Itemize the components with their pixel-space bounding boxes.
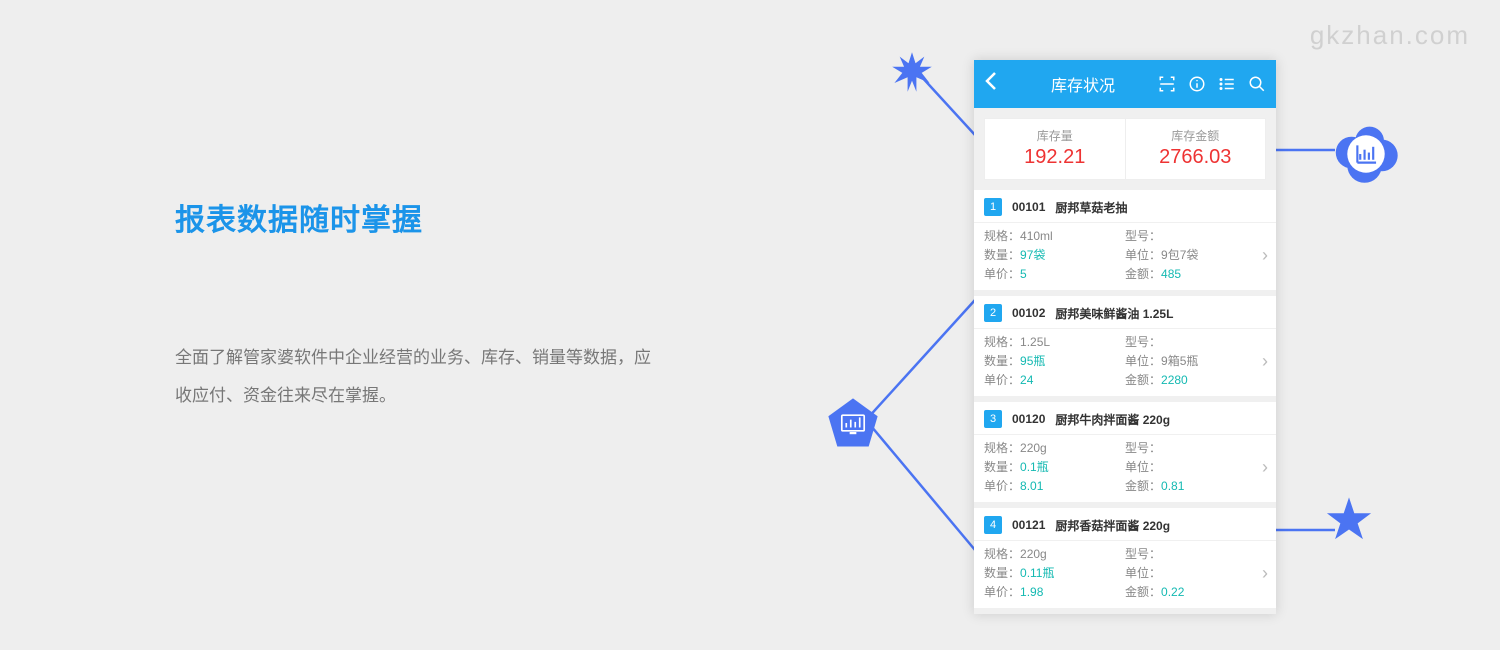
- amount-label: 金额：2280: [1125, 371, 1266, 388]
- item-code: 00121: [1012, 518, 1045, 532]
- model-label: 型号：: [1125, 333, 1266, 350]
- item-index-badge: 4: [984, 516, 1002, 534]
- summary-amount-value: 2766.03: [1126, 146, 1266, 169]
- phone-screen: 库存状况 库存量 192.21 库存金额 2766.03 1 00101 厨邦草菇老…: [974, 60, 1276, 614]
- summary-card: 库存量 192.21 库存金额 2766.03: [984, 118, 1266, 180]
- summary-qty-label: 库存量: [985, 127, 1125, 144]
- qty-label: 数量：95瓶: [984, 352, 1125, 369]
- chevron-right-icon: ›: [1262, 563, 1268, 584]
- list-icon[interactable]: [1218, 75, 1236, 93]
- summary-amount: 库存金额 2766.03: [1125, 119, 1266, 179]
- item-header: 2 00102 厨邦美味鲜酱油 1.25L: [974, 296, 1276, 329]
- chevron-right-icon: ›: [1262, 457, 1268, 478]
- chevron-right-icon: ›: [1262, 245, 1268, 266]
- item-header: 3 00120 厨邦牛肉拌面酱 220g: [974, 402, 1276, 435]
- qty-label: 数量：0.11瓶: [984, 564, 1125, 581]
- price-label: 单价：8.01: [984, 477, 1125, 494]
- item-body: 规格：220g型号：数量：0.1瓶单位：单价：8.01金额：0.81: [974, 435, 1276, 502]
- summary-amount-label: 库存金额: [1126, 127, 1266, 144]
- marketing-body: 全面了解管家婆软件中企业经营的业务、库存、销量等数据，应收应付、资金往来尽在掌握…: [175, 339, 655, 415]
- price-label: 单价：1.98: [984, 583, 1125, 600]
- list-item[interactable]: 4 00121 厨邦香菇拌面酱 220g 规格：220g型号：数量：0.11瓶单位：单…: [974, 508, 1276, 614]
- item-body: 规格：1.25L型号：数量：95瓶单位：9箱5瓶单价：24金额：2280: [974, 329, 1276, 396]
- summary-qty-value: 192.21: [985, 146, 1125, 169]
- app-bar: 库存状况: [974, 60, 1276, 108]
- marketing-headline: 报表数据随时掌握: [175, 195, 655, 239]
- cloud-chart-badge: [1330, 118, 1402, 190]
- item-name: 厨邦草菇老抽: [1055, 199, 1127, 216]
- item-name: 厨邦美味鲜酱油 1.25L: [1055, 305, 1173, 322]
- item-index-badge: 2: [984, 304, 1002, 322]
- search-icon[interactable]: [1248, 75, 1266, 93]
- item-code: 00120: [1012, 412, 1045, 426]
- chevron-left-icon: [984, 71, 998, 91]
- back-button[interactable]: [984, 71, 1008, 97]
- unit-label: 单位：9包7袋: [1125, 246, 1266, 263]
- item-header: 1 00101 厨邦草菇老抽: [974, 190, 1276, 223]
- chevron-right-icon: ›: [1262, 351, 1268, 372]
- spec-label: 规格：1.25L: [984, 333, 1125, 350]
- model-label: 型号：: [1125, 545, 1266, 562]
- item-header: 4 00121 厨邦香菇拌面酱 220g: [974, 508, 1276, 541]
- spec-label: 规格：220g: [984, 439, 1125, 456]
- item-name: 厨邦香菇拌面酱 220g: [1055, 517, 1170, 534]
- list-item[interactable]: 3 00120 厨邦牛肉拌面酱 220g 规格：220g型号：数量：0.1瓶单位：单价…: [974, 402, 1276, 508]
- star-icon: [1325, 495, 1373, 543]
- item-index-badge: 1: [984, 198, 1002, 216]
- watermark-text: gkzhan.com: [1310, 20, 1470, 51]
- item-body: 规格：410ml型号：数量：97袋单位：9包7袋单价：5金额：485: [974, 223, 1276, 290]
- marketing-block: 报表数据随时掌握 全面了解管家婆软件中企业经营的业务、库存、销量等数据，应收应付…: [175, 195, 655, 415]
- list-item[interactable]: 1 00101 厨邦草菇老抽规格：410ml型号：数量：97袋单位：9包7袋单价：5…: [974, 190, 1276, 296]
- price-label: 单价：5: [984, 265, 1125, 282]
- unit-label: 单位：: [1125, 458, 1266, 475]
- item-code: 00102: [1012, 306, 1045, 320]
- burst-icon: [890, 50, 934, 94]
- pentagon-screen-badge: [825, 395, 881, 451]
- spec-label: 规格：220g: [984, 545, 1125, 562]
- app-title: 库存状况: [1008, 72, 1158, 96]
- item-body: 规格：220g型号：数量：0.11瓶单位：单价：1.98金额：0.22: [974, 541, 1276, 608]
- amount-label: 金额：0.22: [1125, 583, 1266, 600]
- scan-icon[interactable]: [1158, 75, 1176, 93]
- unit-label: 单位：9箱5瓶: [1125, 352, 1266, 369]
- unit-label: 单位：: [1125, 564, 1266, 581]
- info-icon[interactable]: [1188, 75, 1206, 93]
- amount-label: 金额：485: [1125, 265, 1266, 282]
- qty-label: 数量：97袋: [984, 246, 1125, 263]
- price-label: 单价：24: [984, 371, 1125, 388]
- inventory-list: 100101厨邦草菇老抽规格：410ml型号：数量：97袋单位：9包7袋单价：5…: [974, 190, 1276, 614]
- amount-label: 金额：0.81: [1125, 477, 1266, 494]
- qty-label: 数量：0.1瓶: [984, 458, 1125, 475]
- item-name: 厨邦牛肉拌面酱 220g: [1055, 411, 1170, 428]
- spec-label: 规格：410ml: [984, 227, 1125, 244]
- summary-qty: 库存量 192.21: [985, 119, 1125, 179]
- list-item[interactable]: 2 00102 厨邦美味鲜酱油 1.25L 规格：1.25L型号：数量：95瓶单位：9…: [974, 296, 1276, 402]
- item-code: 00101: [1012, 200, 1045, 214]
- model-label: 型号：: [1125, 227, 1266, 244]
- item-index-badge: 3: [984, 410, 1002, 428]
- model-label: 型号：: [1125, 439, 1266, 456]
